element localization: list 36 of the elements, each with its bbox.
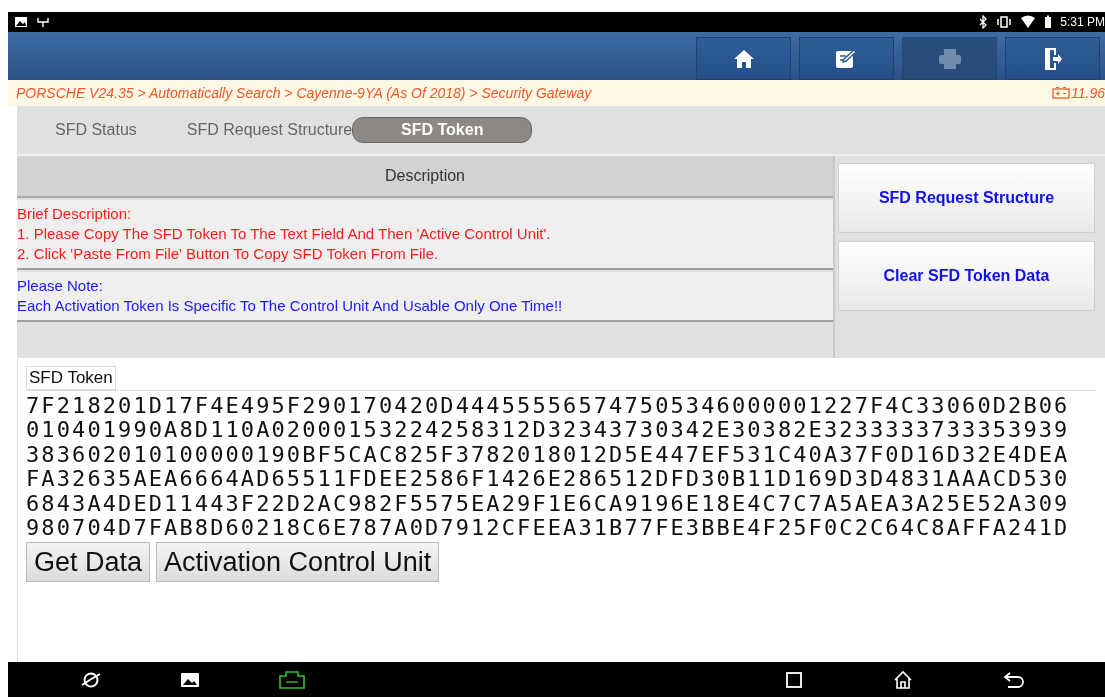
battery-icon [1044, 15, 1053, 29]
connector-icon[interactable] [278, 670, 306, 689]
exit-button[interactable] [1005, 37, 1100, 80]
home-button[interactable] [696, 37, 791, 80]
recents-icon[interactable] [785, 670, 803, 689]
wifi-icon [1020, 15, 1037, 29]
bluetooth-icon [978, 15, 989, 29]
description-header: Description [17, 156, 833, 198]
description-text: 2. Click 'Paste From File' Button To Copy SFD Token From File. [17, 244, 440, 264]
token-field[interactable]: 7F218201D17F4E495F290170420D444555565747505346000001227F4C33060D2B06 010401990A8D110A02000153224258312D32343730342E30382E3233333733353939 383602010100000190BF5CAC825F3782018012D5E447EF531C40A37F0D16D32E4DEA FA32635AEA6664AD65511FDEE2586F1426E286512DFD30B11D169D3D4831AAACD530 6843A4DED11443F22D2AC982F5575EA29F1E6CA9196E18E4C7C7A5AEA3A25E52A309 980704D7FAB8D60218C6E787A0D7912CFEEA31B77FE3BBE4F25F0C2C64C8AFFA241D [26, 390, 1096, 541]
voltage-reading: 11.96 [1071, 85, 1105, 101]
description-text: Each Activation Token Is Specific To The Control Unit And Usable Only One Time!! [17, 296, 564, 316]
edit-button[interactable] [799, 37, 894, 80]
side-button[interactable]: SFD Request Structure [838, 163, 1095, 233]
tab[interactable]: SFD Request Structure [186, 117, 353, 143]
back-icon[interactable] [1003, 670, 1025, 689]
description-text: Please Note: [17, 276, 104, 296]
home-icon [732, 48, 755, 69]
field-label: SFD Token [26, 366, 116, 390]
tab[interactable]: SFD Status [55, 117, 137, 143]
image-icon[interactable] [180, 671, 200, 688]
tab[interactable]: SFD Token [352, 117, 533, 143]
action-button[interactable]: Get Data [26, 542, 151, 583]
exit-icon [1042, 46, 1063, 71]
battery-voltage-icon [1052, 87, 1070, 99]
side-button[interactable]: Clear SFD Token Data [838, 241, 1095, 311]
home-icon[interactable] [893, 669, 913, 690]
breadcrumb-path: PORSCHE V24.35 > Automatically Search > Cayenne-9YA (As Of 2018) > Security Gateway [16, 85, 593, 101]
clock-time: 5:31 PM [1060, 15, 1105, 29]
image-icon [14, 16, 28, 28]
usb-icon [36, 16, 50, 28]
description-text: Brief Description: [17, 204, 133, 224]
description-text: 1. Please Copy The SFD Token To The Text Field And Then 'Active Control Unit'. [17, 224, 552, 244]
action-button[interactable]: Activation Control Unit [156, 542, 440, 583]
planet-icon[interactable] [80, 670, 102, 689]
vibrate-icon [996, 15, 1013, 29]
